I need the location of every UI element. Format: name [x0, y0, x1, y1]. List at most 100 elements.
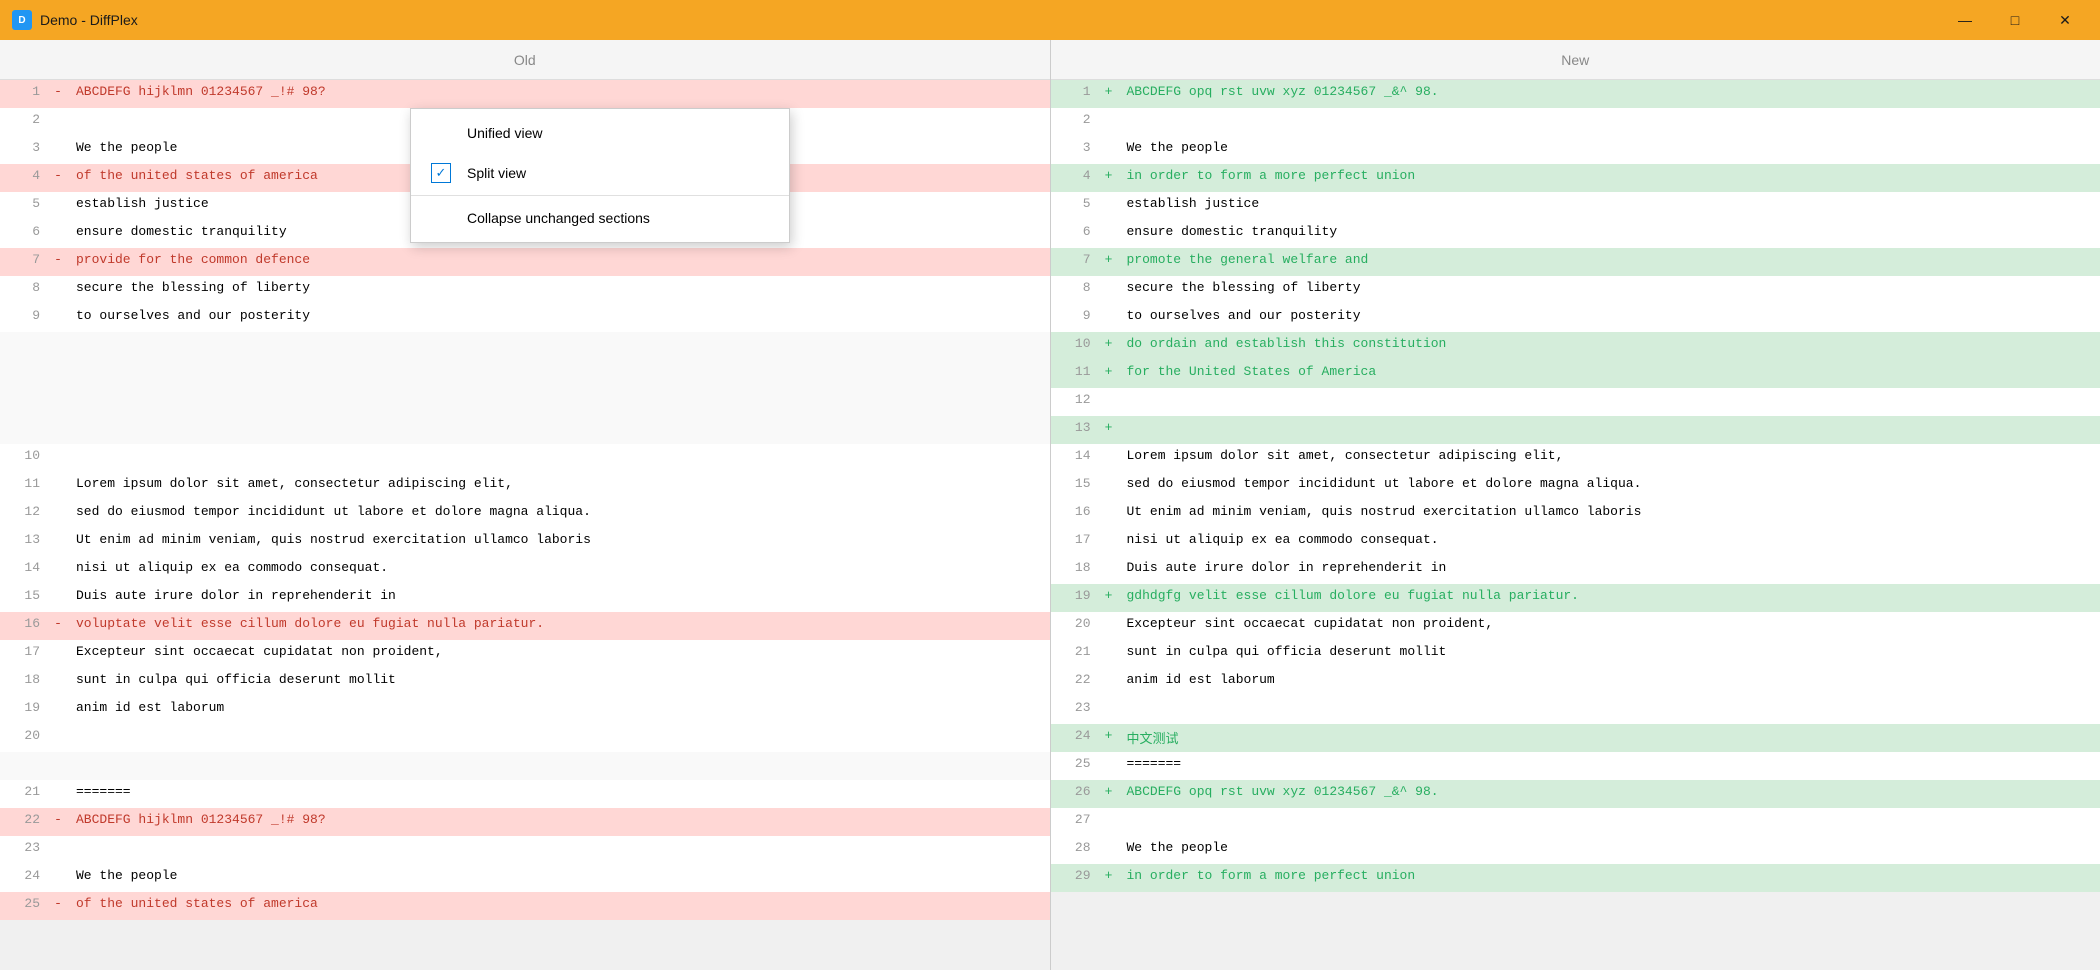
- table-row: 1+ABCDEFG opq rst uvw xyz 01234567 _&^ 9…: [1051, 80, 2100, 108]
- app-icon: D: [12, 10, 32, 30]
- line-number: 28: [1051, 836, 1099, 864]
- line-number: 13: [1051, 416, 1099, 444]
- line-content: Lorem ipsum dolor sit amet, consectetur …: [1119, 444, 2100, 472]
- line-number: 7: [1051, 248, 1099, 276]
- line-content: Duis aute irure dolor in reprehenderit i…: [1119, 556, 2100, 584]
- line-indicator: +: [1099, 584, 1119, 612]
- line-indicator: [48, 416, 68, 444]
- line-number: 3: [0, 136, 48, 164]
- table-row: 16-voluptate velit esse cillum dolore eu…: [0, 612, 1050, 640]
- line-indicator: [1099, 612, 1119, 640]
- line-content: sunt in culpa qui officia deserunt molli…: [68, 668, 1050, 696]
- line-indicator: +: [1099, 780, 1119, 808]
- line-number: [0, 752, 48, 780]
- line-indicator: [1099, 528, 1119, 556]
- minimize-button[interactable]: —: [1942, 5, 1988, 35]
- line-number: 18: [1051, 556, 1099, 584]
- table-row: 23: [1051, 696, 2100, 724]
- line-indicator: [48, 444, 68, 472]
- line-content: ABCDEFG hijklmn 01234567 _!# 98?: [68, 808, 1050, 836]
- line-content: =======: [1119, 752, 2100, 780]
- table-row: 5establish justice: [1051, 192, 2100, 220]
- title-bar: D Demo - DiffPlex — □ ✕: [0, 0, 2100, 40]
- line-number: [0, 416, 48, 444]
- line-number: 8: [0, 276, 48, 304]
- line-number: [0, 332, 48, 360]
- line-number: 6: [0, 220, 48, 248]
- line-content: Duis aute irure dolor in reprehenderit i…: [68, 584, 1050, 612]
- line-number: 6: [1051, 220, 1099, 248]
- split-label: Split view: [467, 165, 526, 181]
- split-check: [431, 163, 451, 183]
- line-number: 3: [1051, 136, 1099, 164]
- line-indicator: [48, 752, 68, 780]
- table-row: 7+promote the general welfare and: [1051, 248, 2100, 276]
- line-number: [0, 388, 48, 416]
- collapse-check: [431, 208, 451, 228]
- menu-item-unified[interactable]: Unified view: [411, 113, 789, 153]
- line-indicator: +: [1099, 248, 1119, 276]
- line-indicator: [48, 136, 68, 164]
- line-number: 2: [0, 108, 48, 136]
- line-number: 1: [1051, 80, 1099, 108]
- line-number: 16: [0, 612, 48, 640]
- maximize-button[interactable]: □: [1992, 5, 2038, 35]
- table-row: 16Ut enim ad minim veniam, quis nostrud …: [1051, 500, 2100, 528]
- table-row: 12: [1051, 388, 2100, 416]
- line-indicator: +: [1099, 360, 1119, 388]
- table-row: 3We the people: [1051, 136, 2100, 164]
- line-content: in order to form a more perfect union: [1119, 164, 2100, 192]
- line-indicator: [1099, 388, 1119, 416]
- line-content: ABCDEFG opq rst uvw xyz 01234567 _&^ 98.: [1119, 80, 2100, 108]
- line-number: 19: [1051, 584, 1099, 612]
- unified-check: [431, 123, 451, 143]
- menu-item-split[interactable]: Split view: [411, 153, 789, 193]
- table-row: 25-of the united states of america: [0, 892, 1050, 920]
- line-indicator: [48, 780, 68, 808]
- line-indicator: [1099, 108, 1119, 136]
- collapse-label: Collapse unchanged sections: [467, 210, 650, 226]
- line-number: 4: [1051, 164, 1099, 192]
- close-button[interactable]: ✕: [2042, 5, 2088, 35]
- table-row: 9to ourselves and our posterity: [1051, 304, 2100, 332]
- line-indicator: [48, 388, 68, 416]
- line-number: 5: [1051, 192, 1099, 220]
- table-row: 27: [1051, 808, 2100, 836]
- line-content: voluptate velit esse cillum dolore eu fu…: [68, 612, 1050, 640]
- table-row: 25 =======: [1051, 752, 2100, 780]
- line-number: 11: [0, 472, 48, 500]
- line-number: 26: [1051, 780, 1099, 808]
- line-number: 12: [0, 500, 48, 528]
- line-content: provide for the common defence: [68, 248, 1050, 276]
- line-content: gdhdgfg velit esse cillum dolore eu fugi…: [1119, 584, 2100, 612]
- line-number: 23: [0, 836, 48, 864]
- line-content: of the united states of america: [68, 892, 1050, 920]
- line-indicator: [1099, 444, 1119, 472]
- new-panel: New 1+ABCDEFG opq rst uvw xyz 01234567 _…: [1051, 40, 2100, 970]
- menu-item-collapse[interactable]: Collapse unchanged sections: [411, 198, 789, 238]
- table-row: 15Duis aute irure dolor in reprehenderit…: [0, 584, 1050, 612]
- line-content: [1119, 108, 2100, 136]
- line-content: for the United States of America: [1119, 360, 2100, 388]
- line-number: 2: [1051, 108, 1099, 136]
- table-row: 18sunt in culpa qui officia deserunt mol…: [0, 668, 1050, 696]
- line-number: 23: [1051, 696, 1099, 724]
- line-content: [68, 416, 1050, 444]
- line-number: 10: [0, 444, 48, 472]
- line-content: to ourselves and our posterity: [68, 304, 1050, 332]
- line-number: 25: [1051, 752, 1099, 780]
- table-row: 22anim id est laborum: [1051, 668, 2100, 696]
- table-row: 2: [1051, 108, 2100, 136]
- line-content: in order to form a more perfect union: [1119, 864, 2100, 892]
- line-content: [1119, 388, 2100, 416]
- line-indicator: +: [1099, 724, 1119, 752]
- table-row: [0, 332, 1050, 360]
- line-indicator: [1099, 752, 1119, 780]
- line-content: Excepteur sint occaecat cupidatat non pr…: [68, 640, 1050, 668]
- table-row: 8secure the blessing of liberty: [1051, 276, 2100, 304]
- line-indicator: [48, 192, 68, 220]
- line-number: 20: [0, 724, 48, 752]
- table-row: 17nisi ut aliquip ex ea commodo consequa…: [1051, 528, 2100, 556]
- new-panel-body[interactable]: 1 + ABCDEFG opq rst uvw xyz 01234567 _&^ 9…: [1051, 80, 2100, 970]
- context-menu: Unified view Split view Collapse unchang…: [410, 108, 790, 243]
